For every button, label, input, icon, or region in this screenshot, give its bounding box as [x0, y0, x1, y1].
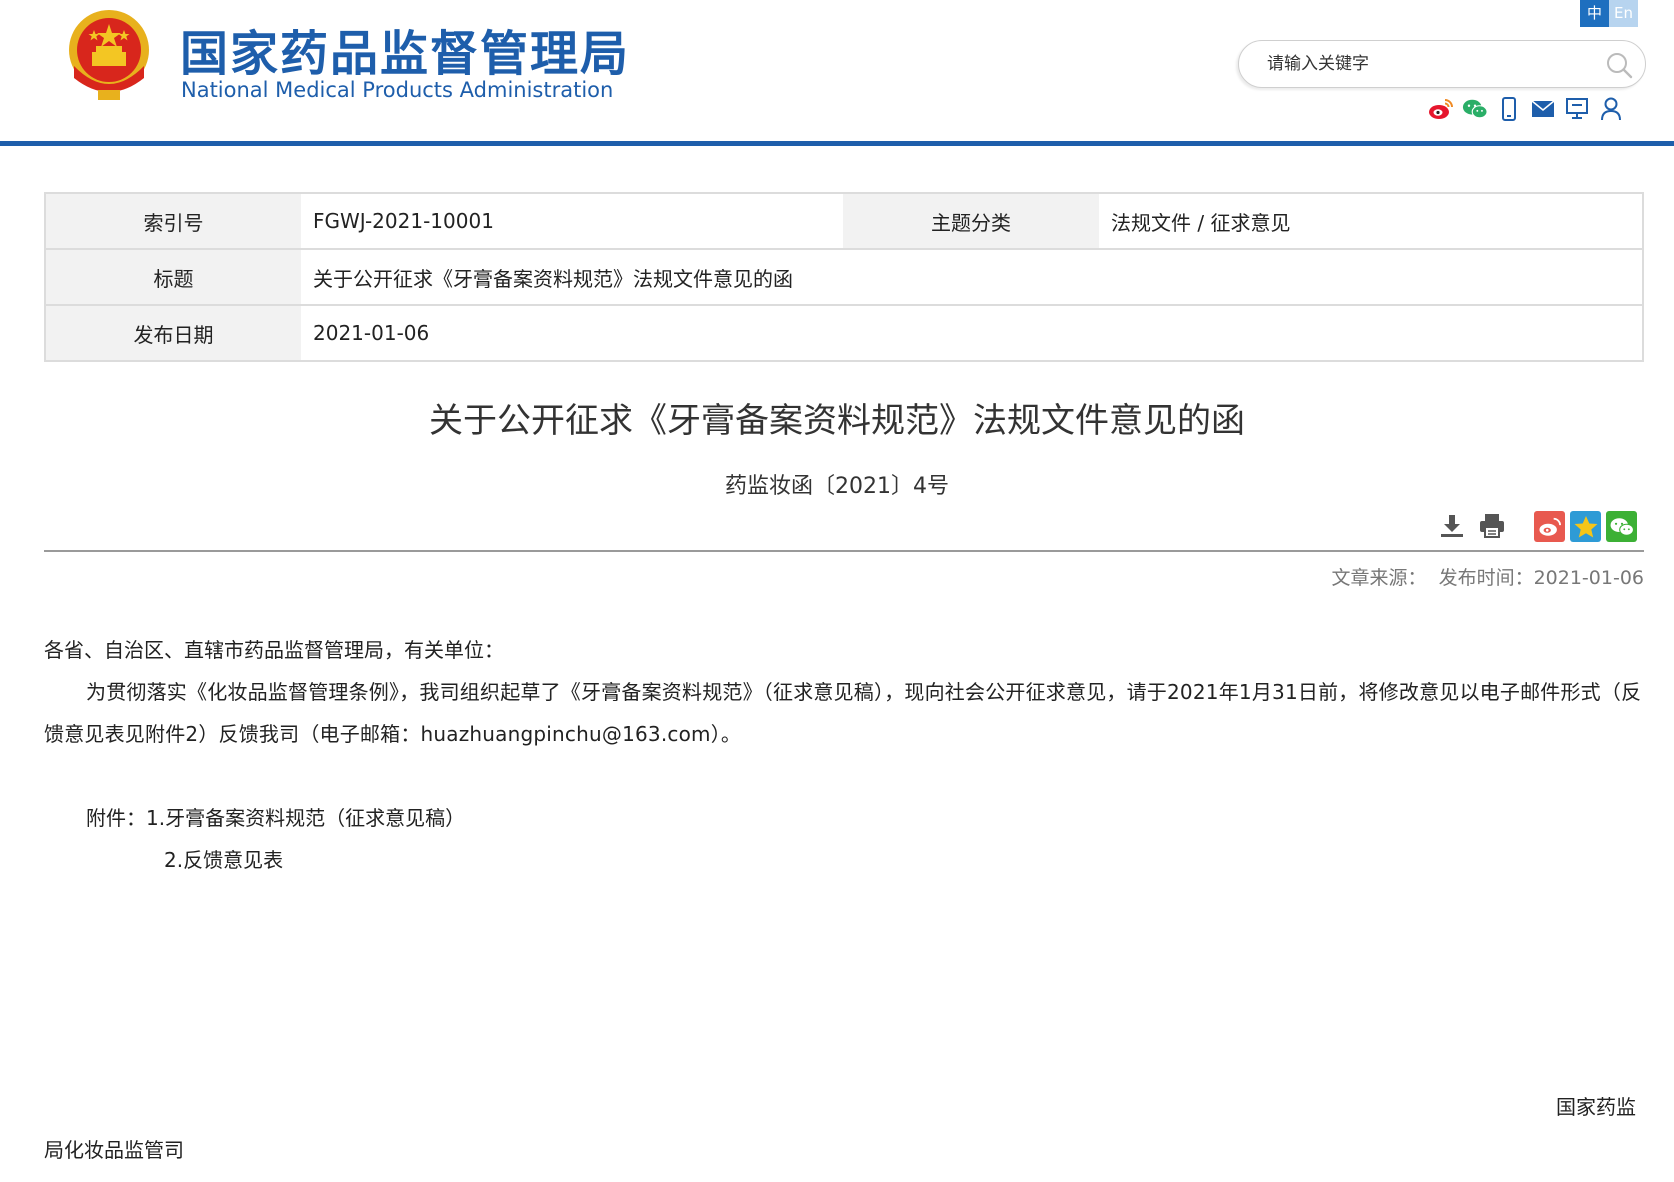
- document-meta-table: 索引号 FGWJ-2021-10001 主题分类 法规文件 / 征求意见 标题 …: [44, 192, 1644, 362]
- meta-row-title: 标题 关于公开征求《牙膏备案资料规范》法规文件意见的函: [45, 249, 1643, 306]
- attachment-1-link[interactable]: 附件：1.牙膏备案资料规范（征求意见稿）: [86, 797, 465, 839]
- date-label: 发布日期: [45, 305, 301, 361]
- category-label: 主题分类: [843, 193, 1099, 250]
- weibo-icon[interactable]: [1428, 96, 1454, 122]
- wechat-icon[interactable]: [1462, 96, 1488, 122]
- signature-line-1: 国家药监: [1556, 1095, 1636, 1119]
- social-links: [1428, 96, 1624, 122]
- national-emblem-icon[interactable]: [64, 6, 154, 104]
- site-title-cn[interactable]: 国家药品监督管理局: [180, 14, 630, 84]
- monitor-icon[interactable]: [1564, 96, 1590, 122]
- publish-time: 发布时间：2021-01-06: [1438, 567, 1644, 589]
- user-icon[interactable]: [1598, 96, 1624, 122]
- index-value: FGWJ-2021-10001: [301, 193, 843, 250]
- title-label: 标题: [45, 249, 301, 306]
- site-header: 国家药品监督管理局 National Medical Products Admi…: [0, 0, 1674, 146]
- email-icon[interactable]: [1530, 96, 1556, 122]
- search-box: [1238, 40, 1646, 88]
- search-icon[interactable]: [1605, 51, 1633, 79]
- signature-line-2: 局化妆品监管司: [44, 1138, 184, 1162]
- article-salutation: 各省、自治区、直辖市药品监督管理局，有关单位：: [44, 638, 504, 662]
- title-value: 关于公开征求《牙膏备案资料规范》法规文件意见的函: [301, 249, 1643, 306]
- article-tools: [1438, 512, 1506, 540]
- lang-zh-button[interactable]: 中: [1580, 0, 1609, 27]
- lang-en-button[interactable]: En: [1609, 0, 1638, 27]
- document-number: 药监妆函〔2021〕4号: [725, 474, 949, 499]
- date-value: 2021-01-06: [301, 305, 1643, 361]
- source-label: 文章来源：: [1331, 567, 1427, 589]
- meta-row-index: 索引号 FGWJ-2021-10001 主题分类 法规文件 / 征求意见: [45, 193, 1643, 250]
- search-input[interactable]: [1265, 41, 1595, 87]
- category-value: 法规文件 / 征求意见: [1099, 193, 1643, 250]
- download-icon[interactable]: [1438, 512, 1466, 540]
- index-label: 索引号: [45, 193, 301, 250]
- share-tools: [1534, 511, 1637, 542]
- share-favorite-icon[interactable]: [1570, 511, 1601, 542]
- article-source-line: 文章来源： 发布时间：2021-01-06: [1326, 563, 1644, 590]
- article-paragraph: 为贯彻落实《化妆品监督管理条例》，我司组织起草了《牙膏备案资料规范》（征求意见稿…: [44, 680, 1642, 746]
- meta-row-date: 发布日期 2021-01-06: [45, 305, 1643, 361]
- share-wechat-icon[interactable]: [1606, 511, 1637, 542]
- language-switch: 中 En: [1580, 0, 1638, 27]
- article-divider: [44, 550, 1644, 552]
- site-title-en[interactable]: National Medical Products Administration: [181, 78, 613, 102]
- mobile-icon[interactable]: [1496, 96, 1522, 122]
- share-weibo-icon[interactable]: [1534, 511, 1565, 542]
- attachment-2-link[interactable]: 2.反馈意见表: [164, 839, 283, 881]
- print-icon[interactable]: [1478, 512, 1506, 540]
- article-title: 关于公开征求《牙膏备案资料规范》法规文件意见的函: [429, 401, 1245, 441]
